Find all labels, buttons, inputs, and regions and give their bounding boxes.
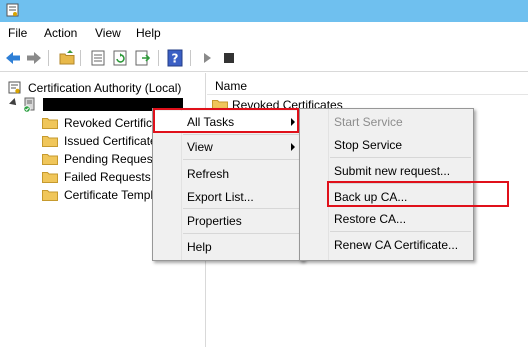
toolbar-separator — [48, 50, 49, 66]
sub-item-label: Start Service — [334, 115, 403, 129]
svg-text:?: ? — [172, 52, 179, 66]
folder-icon — [42, 154, 58, 165]
menu-action[interactable]: Action — [44, 26, 77, 41]
menu-separator — [183, 159, 301, 160]
properties-icon[interactable] — [89, 49, 107, 67]
sub-item-label: Renew CA Certificate... — [334, 238, 459, 252]
sub-item-label: Restore CA... — [334, 212, 407, 226]
folder-icon — [42, 136, 58, 147]
submenu-arrow-icon — [291, 143, 295, 151]
menu-file[interactable]: File — [8, 26, 27, 41]
ctx-item-label: Help — [187, 240, 212, 254]
sub-item-renew-ca-certificate[interactable]: Renew CA Certificate... — [300, 234, 473, 256]
toolbar: ? — [0, 45, 528, 72]
sub-item-label: Submit new request... — [334, 164, 451, 178]
menu-view[interactable]: View — [95, 26, 121, 41]
up-folder-icon[interactable] — [58, 49, 76, 67]
expand-arrow-icon[interactable] — [9, 98, 19, 108]
column-header-name[interactable]: Name — [207, 73, 528, 95]
menu-separator — [183, 134, 301, 135]
sub-item-restore-ca[interactable]: Restore CA... — [300, 208, 473, 230]
export-list-icon[interactable] — [133, 49, 151, 67]
ctx-item-refresh[interactable]: Refresh — [153, 163, 303, 185]
folder-label: Failed Requests — [64, 170, 151, 184]
highlight-box-all-tasks — [153, 108, 299, 133]
certsrv-app-icon — [6, 3, 19, 17]
toolbar-separator — [80, 50, 81, 66]
folder-icon — [42, 118, 58, 129]
help-icon[interactable]: ? — [166, 49, 184, 67]
stop-service-icon[interactable] — [220, 49, 238, 67]
toolbar-separator — [190, 50, 191, 66]
ctx-item-export-list[interactable]: Export List... — [153, 186, 303, 208]
tree-root-label: Certification Authority (Local) — [28, 81, 182, 95]
certificate-authority-icon — [8, 81, 21, 94]
title-bar — [0, 0, 528, 22]
back-arrow-icon[interactable] — [4, 49, 22, 67]
ctx-item-properties[interactable]: Properties — [153, 210, 303, 232]
ca-server-icon — [23, 97, 35, 113]
menu-separator — [330, 231, 471, 232]
toolbar-separator — [158, 50, 159, 66]
folder-label: Issued Certificates — [64, 134, 163, 148]
ctx-item-label: Export List... — [187, 190, 254, 204]
folder-label: Pending Requests — [64, 152, 163, 166]
refresh-icon[interactable] — [111, 49, 129, 67]
forward-arrow-icon[interactable] — [25, 49, 43, 67]
folder-icon — [42, 172, 58, 183]
menu-separator — [183, 233, 301, 234]
highlight-box-backup-ca — [327, 181, 509, 207]
menu-bar: File Action View Help — [0, 22, 528, 45]
ctx-item-label: View — [187, 140, 213, 154]
sub-item-label: Stop Service — [334, 138, 403, 152]
ctx-item-label: Refresh — [187, 167, 230, 181]
ctx-item-view[interactable]: View — [153, 136, 303, 158]
sub-item-submit-request[interactable]: Submit new request... — [300, 160, 473, 182]
menu-help[interactable]: Help — [136, 26, 161, 41]
ctx-item-help[interactable]: Help — [153, 236, 303, 258]
folder-icon — [42, 190, 58, 201]
ctx-item-label: Properties — [187, 214, 242, 228]
start-service-icon[interactable] — [198, 49, 216, 67]
column-header-label: Name — [215, 79, 248, 93]
menu-separator — [330, 157, 471, 158]
sub-item-start-service[interactable]: Start Service — [300, 111, 473, 133]
sub-item-stop-service[interactable]: Stop Service — [300, 134, 473, 156]
menu-separator — [183, 208, 301, 209]
